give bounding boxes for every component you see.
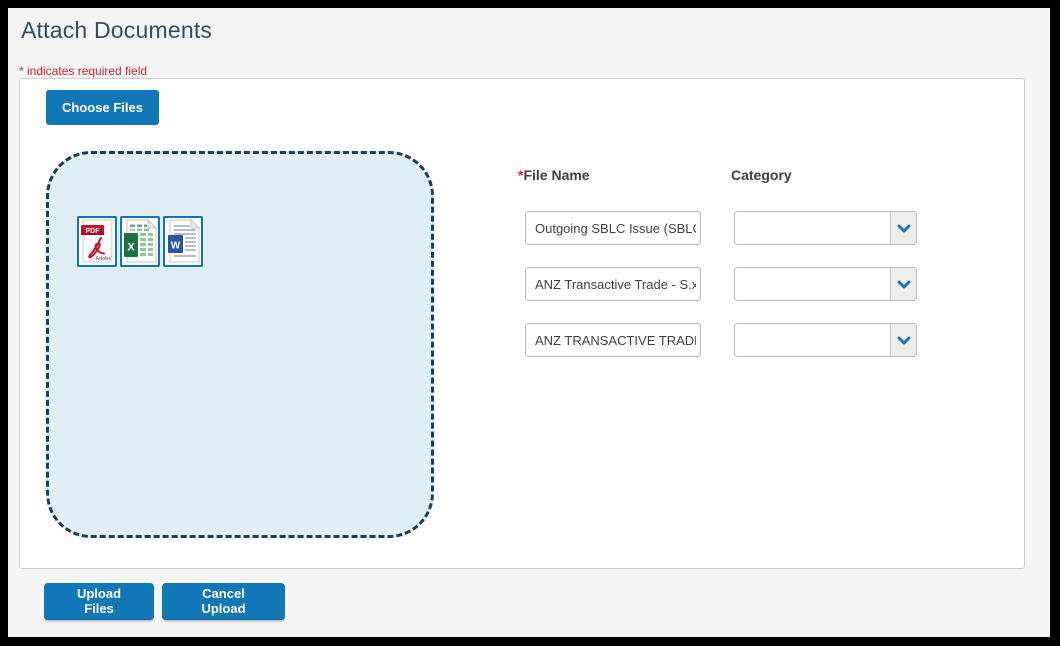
- file-name-column-header: *File Name: [518, 167, 590, 183]
- file-name-input-3[interactable]: [525, 323, 701, 357]
- svg-text:X: X: [127, 242, 135, 254]
- file-name-header-label: File Name: [523, 167, 589, 183]
- upload-files-button[interactable]: Upload Files: [44, 583, 154, 620]
- attached-file-icons: PDF Adobe: [77, 216, 203, 267]
- cancel-upload-button[interactable]: Cancel Upload: [162, 583, 285, 620]
- svg-text:PDF: PDF: [86, 228, 101, 235]
- attach-documents-page: { "page": { "title": "Attach Documents",…: [0, 0, 1060, 646]
- svg-text:Adobe: Adobe: [95, 256, 111, 262]
- pdf-file-icon: PDF Adobe: [80, 219, 114, 264]
- page-title: Attach Documents: [21, 17, 212, 44]
- chevron-down-icon[interactable]: [890, 212, 916, 244]
- category-select-2[interactable]: [734, 267, 917, 301]
- svg-text:W: W: [171, 241, 181, 252]
- excel-file-icon: X: [123, 219, 157, 264]
- chevron-down-icon[interactable]: [890, 268, 916, 300]
- attach-documents-panel: Choose Files PDF Adobe: [19, 78, 1025, 569]
- category-column-header: Category: [731, 167, 792, 183]
- attached-file-word[interactable]: W: [163, 216, 203, 267]
- category-select-2-value: [735, 268, 890, 300]
- required-field-note: * indicates required field: [19, 64, 147, 78]
- word-file-icon: W: [166, 219, 200, 264]
- chevron-down-icon[interactable]: [890, 324, 916, 356]
- category-select-3[interactable]: [734, 323, 917, 357]
- page-content: Attach Documents * indicates required fi…: [8, 8, 1050, 637]
- file-dropzone[interactable]: PDF Adobe: [46, 151, 434, 538]
- attached-file-pdf[interactable]: PDF Adobe: [77, 216, 117, 267]
- attached-file-excel[interactable]: X: [120, 216, 160, 267]
- file-name-input-2[interactable]: [525, 267, 701, 301]
- category-select-1[interactable]: [734, 211, 917, 245]
- category-select-3-value: [735, 324, 890, 356]
- bottom-actions: Upload Files Cancel Upload: [44, 583, 285, 620]
- choose-files-button[interactable]: Choose Files: [46, 90, 159, 125]
- category-select-1-value: [735, 212, 890, 244]
- file-name-input-1[interactable]: [525, 211, 701, 245]
